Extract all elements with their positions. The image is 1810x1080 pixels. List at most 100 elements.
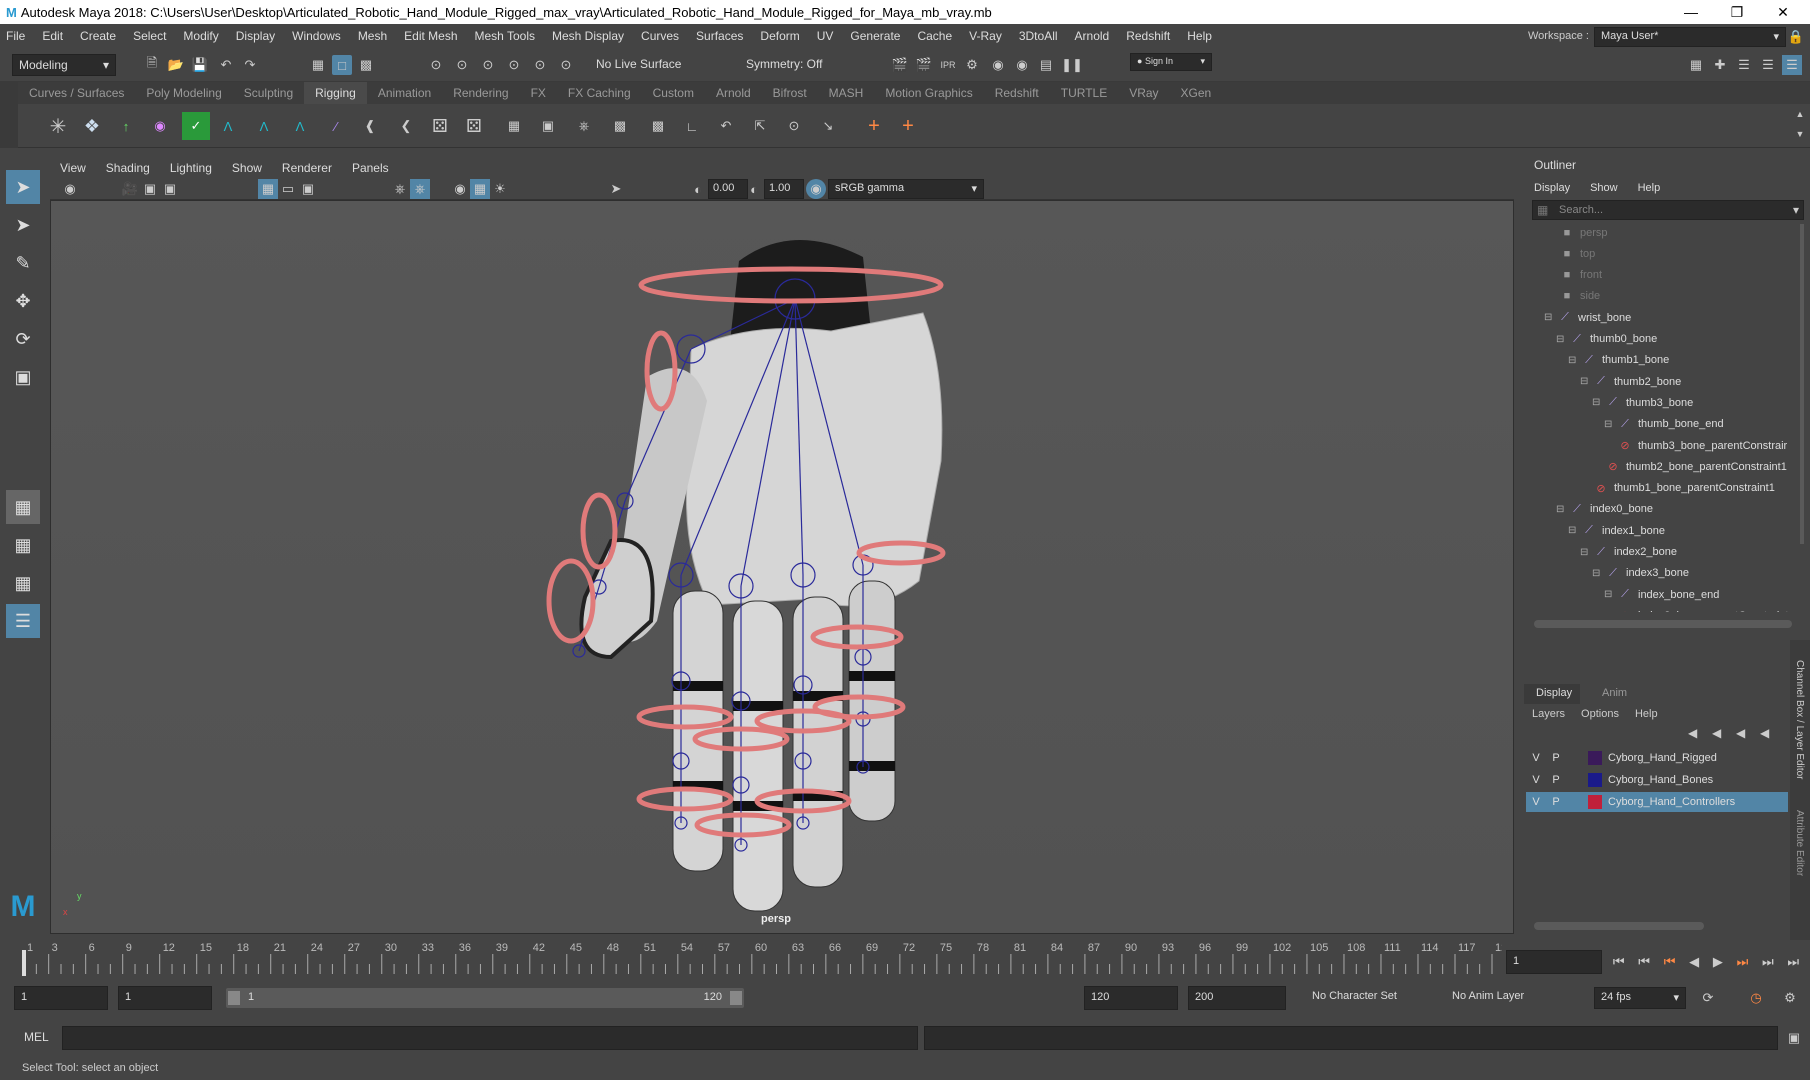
expand-toggle-icon[interactable]: ⊟	[1568, 525, 1580, 536]
layer-row[interactable]: V P Cyborg_Hand_Controllers	[1526, 792, 1788, 812]
step-forward-frame-icon[interactable]: ⏭	[1737, 954, 1749, 970]
scale-tool-icon[interactable]: ▣	[6, 360, 40, 394]
shelf-tab-curves-surfaces[interactable]: Curves / Surfaces	[18, 82, 135, 104]
expand-toggle-icon[interactable]: ⊟	[1556, 334, 1568, 345]
new-scene-icon[interactable]: 🗎	[142, 55, 162, 75]
film-gate-icon[interactable]: ▭	[278, 179, 298, 199]
cluster-icon[interactable]: ◉	[150, 116, 170, 136]
new-layer-selected-icon[interactable]: ◀	[1760, 726, 1769, 740]
shelf-tab-motion-graphics[interactable]: Motion Graphics	[874, 82, 983, 104]
panel-menu-renderer[interactable]: Renderer	[282, 161, 332, 175]
single-perspective-layout-icon[interactable]: ▦	[6, 490, 40, 524]
shelf-tab-fx-caching[interactable]: FX Caching	[557, 82, 642, 104]
menu-redshift[interactable]: Redshift	[1126, 29, 1170, 43]
playback-end-field[interactable]: 120	[1084, 986, 1178, 1010]
symmetry-field[interactable]: Symmetry: Off	[740, 54, 844, 76]
gamma-field[interactable]: 1.00	[764, 179, 804, 199]
point-constraint-icon[interactable]: ∟	[682, 116, 702, 136]
shelf-tab-redshift[interactable]: Redshift	[984, 82, 1050, 104]
layer-type-toggle[interactable]	[1566, 749, 1586, 767]
scene-end-field[interactable]: 200	[1188, 986, 1286, 1010]
layer-visibility-toggle[interactable]: V	[1526, 749, 1546, 767]
joint-tool-icon[interactable]: ✳	[48, 116, 68, 138]
layer-type-toggle[interactable]	[1566, 771, 1586, 789]
snap-together-icon[interactable]: ⊙	[556, 55, 576, 75]
outliner-item[interactable]: ■ front	[1558, 265, 1602, 286]
lattice-icon[interactable]: ▦	[504, 116, 524, 136]
minimize-button[interactable]: —	[1668, 0, 1714, 24]
render-view-icon[interactable]: 🎬	[890, 55, 910, 75]
layer-type-toggle[interactable]	[1566, 793, 1586, 811]
color-space-dropdown[interactable]: sRGB gamma ▾	[828, 179, 984, 199]
play-backward-icon[interactable]: ◀	[1689, 954, 1699, 970]
close-button[interactable]: ✕	[1760, 0, 1806, 24]
menu-file[interactable]: File	[6, 29, 25, 43]
quick-rig-icon[interactable]: ⁄	[326, 116, 346, 136]
outliner-item[interactable]: ⊟ ⟋ wrist_bone	[1544, 307, 1631, 328]
layer-playback-toggle[interactable]: P	[1546, 749, 1566, 767]
shelf-options[interactable]	[0, 82, 18, 148]
select-hierarchy-icon[interactable]: ▦	[308, 55, 328, 75]
character-set-dropdown[interactable]: No Character Set	[1306, 987, 1438, 1009]
layout-icon[interactable]: ▦	[1686, 55, 1706, 75]
menu-select[interactable]: Select	[133, 29, 166, 43]
expand-toggle-icon[interactable]: ⊟	[1592, 568, 1604, 579]
outliner-menu-help[interactable]: Help	[1638, 182, 1661, 194]
menu-mesh-display[interactable]: Mesh Display	[552, 29, 624, 43]
current-frame-field[interactable]: 1	[1506, 950, 1602, 974]
lock-icon[interactable]: 🔒	[1786, 27, 1806, 47]
color-management-icon[interactable]: ◉	[806, 179, 826, 199]
menu-generate[interactable]: Generate	[850, 29, 900, 43]
expand-toggle-icon[interactable]: ⊟	[1604, 419, 1616, 430]
orient-constraint-icon[interactable]: ↶	[716, 116, 736, 136]
tab-channel-box-layer-editor[interactable]: Channel Box / Layer Editor	[1794, 660, 1805, 780]
menu-mesh[interactable]: Mesh	[358, 29, 387, 43]
undo-icon[interactable]: ↶	[216, 55, 236, 75]
stop-icon[interactable]: ❚❚	[1061, 55, 1083, 75]
open-scene-icon[interactable]: 📂	[166, 55, 186, 75]
layer-playback-toggle[interactable]: P	[1546, 793, 1566, 811]
outliner-item[interactable]: ⊟ ⟋ thumb1_bone	[1568, 350, 1669, 371]
outliner-item[interactable]: ⊟ ⟋ thumb0_bone	[1556, 329, 1657, 350]
layer-menu-options[interactable]: Options	[1581, 708, 1619, 720]
humanik-define-icon[interactable]: Λ	[254, 116, 274, 136]
layer-move-down-icon[interactable]: ◀	[1712, 726, 1721, 740]
fps-dropdown[interactable]: 24 fps ▾	[1594, 987, 1686, 1009]
menu-cache[interactable]: Cache	[917, 29, 952, 43]
range-start-handle[interactable]	[228, 991, 240, 1005]
layer-row[interactable]: V P Cyborg_Hand_Rigged	[1526, 748, 1788, 768]
hypershade-icon[interactable]: ◉	[988, 55, 1008, 75]
menu-arnold[interactable]: Arnold	[1075, 29, 1110, 43]
go-to-start-icon[interactable]: ⏮	[1613, 954, 1625, 970]
outliner-search[interactable]: ▦ Search... ▾	[1532, 200, 1804, 220]
layer-move-up-icon[interactable]: ◀	[1688, 726, 1697, 740]
snap-point-icon[interactable]: ⊙	[478, 55, 498, 75]
menu-set-dropdown[interactable]: Modeling ▾	[12, 54, 116, 76]
menu-modify[interactable]: Modify	[183, 29, 218, 43]
move-tool-icon[interactable]: ✥	[6, 284, 40, 318]
pole-vector-icon[interactable]: ↘	[818, 116, 838, 136]
menu-create[interactable]: Create	[80, 29, 116, 43]
smooth-shade-icon[interactable]: ⎈	[410, 179, 430, 199]
outliner-item[interactable]: ⊘ index3_bone_parentConstraint	[1604, 605, 1788, 612]
anim-layer-dropdown[interactable]: No Anim Layer	[1446, 987, 1562, 1009]
grid-toggle-icon[interactable]: ▦	[258, 179, 278, 199]
playback-start-field[interactable]: 1	[118, 986, 212, 1010]
outliner-item[interactable]: ■ persp	[1558, 222, 1608, 243]
humanik-control-icon[interactable]: Λ	[290, 116, 310, 136]
expand-toggle-icon[interactable]: ⊟	[1568, 355, 1580, 366]
snap-view-icon[interactable]: ⊙	[504, 55, 524, 75]
shelf-tab-custom[interactable]: Custom	[642, 82, 705, 104]
script-language-label[interactable]: MEL	[24, 1030, 49, 1044]
parent-constraint-icon[interactable]: ▩	[648, 116, 668, 136]
outliner-menu-show[interactable]: Show	[1590, 182, 1618, 194]
ik-rp-icon[interactable]: ❮	[396, 116, 416, 136]
new-layer-icon[interactable]: ◀	[1736, 726, 1745, 740]
step-back-frame-icon[interactable]: ⏮	[1664, 954, 1676, 970]
outliner-item[interactable]: ⊟ ⟋ thumb_bone_end	[1604, 414, 1724, 435]
menu-edit-mesh[interactable]: Edit Mesh	[404, 29, 457, 43]
skeleton-icon[interactable]: ⚄	[430, 116, 450, 136]
image-plane-icon[interactable]: ▣	[160, 179, 180, 199]
menu-mesh-tools[interactable]: Mesh Tools	[475, 29, 535, 43]
sign-in-button[interactable]: ● Sign In ▾	[1130, 53, 1212, 71]
